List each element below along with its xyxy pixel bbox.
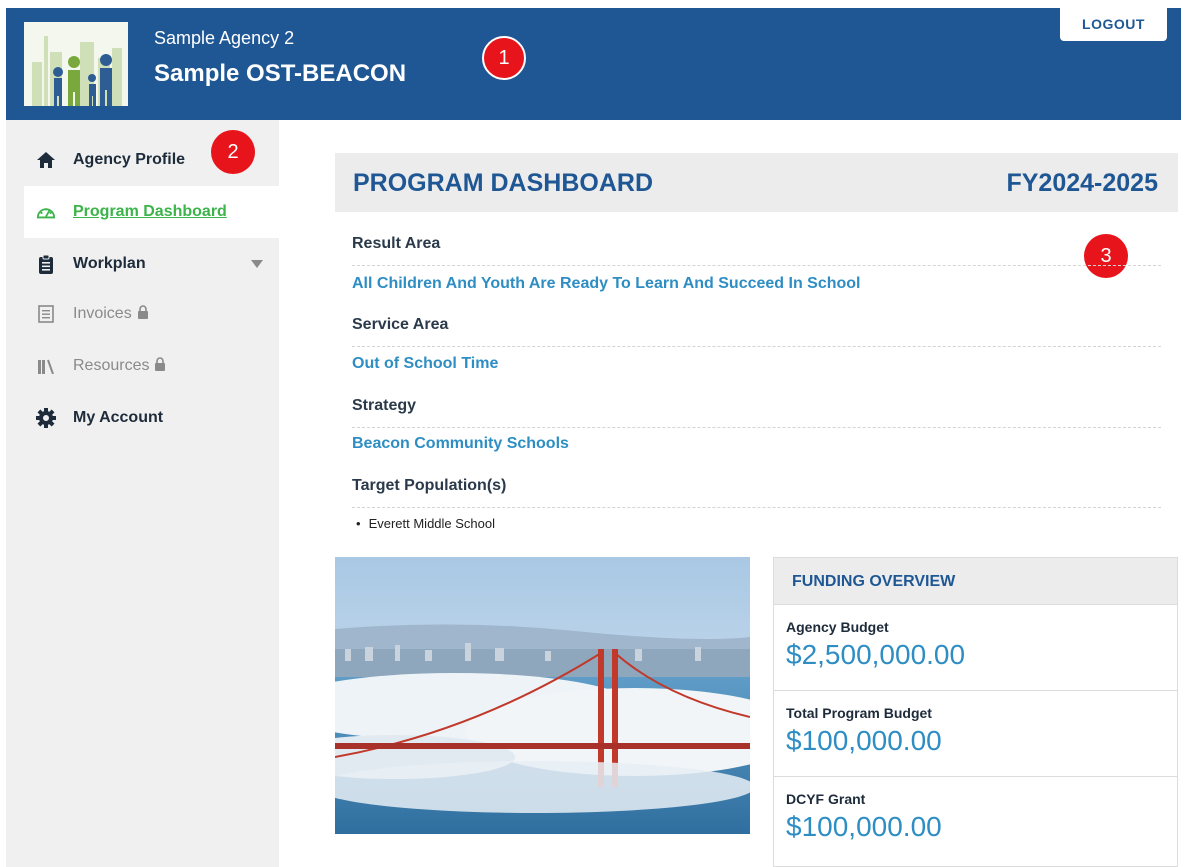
divider [352,265,1161,266]
callout-marker-1: 1 [482,36,526,80]
service-area-label: Service Area [352,316,449,333]
divider [352,427,1161,428]
sidebar-item-workplan[interactable]: Workplan [24,238,279,290]
divider [352,507,1161,508]
lock-icon [154,356,166,376]
funding-label: Total Program Budget [786,705,932,721]
logout-button[interactable]: LOGOUT [1060,8,1167,41]
page-title: PROGRAM DASHBOARD [353,169,653,197]
funding-value: $100,000.00 [786,811,942,842]
result-area-label: Result Area [352,235,441,252]
funding-label: DCYF Grant [786,791,866,807]
lock-icon [137,304,149,324]
funding-value: $2,500,000.00 [786,639,966,670]
strategy-value: Beacon Community Schools [352,435,569,452]
funding-row-dcyf-grant: DCYF Grant $100,000.00 [774,777,1177,863]
sidebar-item-resources[interactable]: Resources [24,340,279,392]
gear-icon [36,408,56,428]
sidebar-item-label: Agency Profile [73,151,186,168]
agency-name: Sample Agency 2 [154,28,295,48]
callout-marker-2: 2 [211,130,255,174]
result-area-value: All Children And Youth Are Ready To Lear… [352,275,861,292]
funding-label: Agency Budget [786,619,889,635]
sidebar-item-label: Resources [73,357,150,374]
funding-overview-panel: FUNDING OVERVIEW Agency Budget $2,500,00… [773,557,1178,867]
chevron-down-icon[interactable] [251,260,263,268]
strategy-label: Strategy [352,397,417,414]
sidebar-nav: Agency Profile Program Dashboard Workpla… [6,120,279,867]
agency-logo [24,22,128,106]
sidebar-item-program-dashboard[interactable]: Program Dashboard [24,186,279,238]
home-icon [36,150,56,170]
funding-row-agency-budget: Agency Budget $2,500,000.00 [774,605,1177,691]
sidebar-item-label: Program Dashboard [73,203,227,220]
books-icon [36,356,56,376]
target-population-item: Everett Middle School [356,516,495,531]
clipboard-icon [36,254,56,274]
fiscal-year: FY2024-2025 [1006,169,1158,197]
divider [352,346,1161,347]
sidebar-item-label: Invoices [73,305,132,322]
sidebar-item-label: My Account [73,409,164,426]
target-population-label: Target Population(s) [352,477,507,494]
sidebar-item-my-account[interactable]: My Account [24,392,279,444]
dashboard-title-bar: PROGRAM DASHBOARD FY2024-2025 [335,153,1178,212]
sidebar-item-label: Workplan [73,255,146,272]
funding-value: $100,000.00 [786,725,942,756]
sidebar-item-invoices[interactable]: Invoices [24,288,279,340]
program-name: Sample OST-BEACON [154,60,407,87]
funding-overview-title: FUNDING OVERVIEW [774,558,1177,605]
callout-marker-3: 3 [1084,234,1128,278]
golden-gate-bridge-image [335,557,750,834]
funding-row-total-program-budget: Total Program Budget $100,000.00 [774,691,1177,777]
dashboard-gauge-icon [36,202,56,222]
app-header: Sample Agency 2 Sample OST-BEACON LOGOUT [6,8,1181,120]
service-area-value: Out of School Time [352,355,499,372]
document-icon [36,304,56,324]
